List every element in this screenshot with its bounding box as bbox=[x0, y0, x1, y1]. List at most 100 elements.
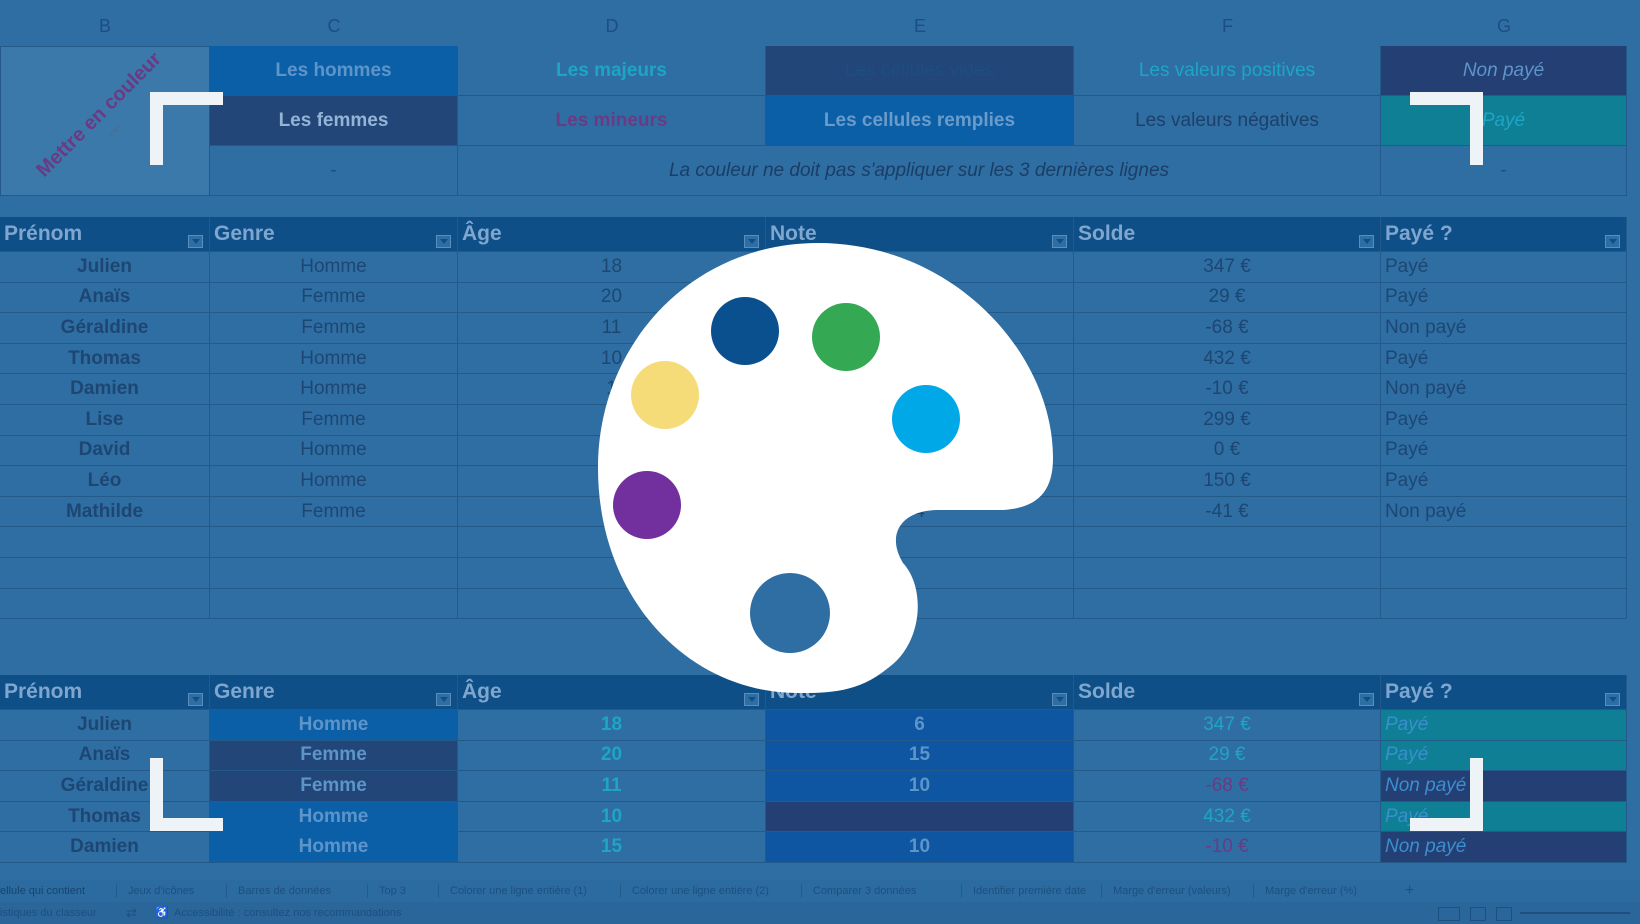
table1-cell-genre[interactable]: Femme bbox=[210, 313, 458, 344]
table1-cell-genre[interactable]: Femme bbox=[210, 496, 458, 528]
table2-cell-age[interactable]: 10 bbox=[458, 801, 766, 833]
legend-row1-2[interactable]: Les majeurs bbox=[458, 46, 766, 96]
column-letter-e[interactable]: E bbox=[766, 8, 1074, 44]
table2-cell-age[interactable]: 15 bbox=[458, 832, 766, 863]
sheet-tab-1[interactable]: ellule qui contient bbox=[0, 880, 86, 904]
table1-cell-paye[interactable] bbox=[1381, 588, 1627, 620]
filter-dropdown-icon[interactable] bbox=[436, 693, 451, 706]
legend-note[interactable]: La couleur ne doit pas s'appliquer sur l… bbox=[458, 146, 1381, 196]
table1-cell-prenom[interactable]: Thomas bbox=[0, 343, 210, 375]
table1-cell-paye[interactable] bbox=[1381, 527, 1627, 558]
table1-cell-paye[interactable]: Non payé bbox=[1381, 374, 1627, 405]
filter-dropdown-icon[interactable] bbox=[1359, 693, 1374, 706]
column-letter-b[interactable]: B bbox=[0, 8, 210, 44]
sheet-tab-10[interactable]: Marge d'erreur (%) bbox=[1265, 880, 1357, 902]
table2-cell-note[interactable] bbox=[766, 801, 1074, 833]
column-header-solde[interactable]: Solde bbox=[1074, 675, 1381, 710]
legend-row2-1[interactable]: Les femmes bbox=[210, 96, 458, 146]
column-header-solde[interactable]: Solde bbox=[1074, 217, 1381, 252]
table1-cell-prenom[interactable]: Mathilde bbox=[0, 496, 210, 528]
sheet-tab-5[interactable]: Colorer une ligne entière (1) bbox=[450, 880, 587, 902]
table1-cell-prenom[interactable]: David bbox=[0, 435, 210, 467]
sheet-tab-6[interactable]: Colorer une ligne entière (2) bbox=[632, 880, 769, 902]
table2-cell-paye[interactable]: Non payé bbox=[1381, 832, 1627, 863]
table1-cell-solde[interactable]: -68 € bbox=[1074, 313, 1381, 344]
table2-cell-age[interactable]: 18 bbox=[458, 710, 766, 741]
table1-cell-prenom[interactable]: Lise bbox=[0, 405, 210, 436]
table2-cell-paye[interactable]: Payé bbox=[1381, 710, 1627, 741]
table1-cell-genre[interactable]: Homme bbox=[210, 435, 458, 467]
sheet-tab-3[interactable]: Barres de données bbox=[238, 880, 331, 902]
column-letter-d[interactable]: D bbox=[458, 8, 766, 44]
table2-cell-prenom[interactable]: Damien bbox=[0, 832, 210, 863]
legend-row3-c[interactable]: - bbox=[210, 146, 458, 196]
table1-cell-paye[interactable]: Payé bbox=[1381, 343, 1627, 375]
table1-cell-solde[interactable]: 299 € bbox=[1074, 405, 1381, 436]
table2-cell-note[interactable]: 10 bbox=[766, 771, 1074, 802]
legend-row1-3[interactable]: Les cellules vides bbox=[766, 46, 1074, 96]
table2-cell-solde[interactable]: -10 € bbox=[1074, 832, 1381, 863]
column-header-prenom[interactable]: Prénom bbox=[0, 217, 210, 252]
legend-row1-1[interactable]: Les hommes bbox=[210, 46, 458, 96]
table1-cell-paye[interactable]: Payé bbox=[1381, 405, 1627, 436]
table1-cell-genre[interactable]: Homme bbox=[210, 252, 458, 283]
table1-cell-paye[interactable]: Payé bbox=[1381, 466, 1627, 497]
table2-cell-solde[interactable]: 432 € bbox=[1074, 801, 1381, 833]
table1-cell-solde[interactable]: -10 € bbox=[1074, 374, 1381, 405]
table1-cell-prenom[interactable] bbox=[0, 588, 210, 620]
table2-cell-genre[interactable]: Homme bbox=[210, 832, 458, 863]
table2-cell-solde[interactable]: 347 € bbox=[1074, 710, 1381, 741]
sheet-tab-4[interactable]: Top 3 bbox=[379, 880, 406, 902]
filter-dropdown-icon[interactable] bbox=[436, 235, 451, 248]
table2-cell-note[interactable]: 6 bbox=[766, 710, 1074, 741]
table1-cell-prenom[interactable]: Géraldine bbox=[0, 313, 210, 344]
filter-dropdown-icon[interactable] bbox=[1605, 235, 1620, 248]
column-letter-c[interactable]: C bbox=[210, 8, 458, 44]
legend-row2-3[interactable]: Les cellules remplies bbox=[766, 96, 1074, 146]
table1-cell-prenom[interactable] bbox=[0, 558, 210, 589]
accessibility-status[interactable]: Accessibilité : consultez nos recommanda… bbox=[174, 902, 401, 924]
table1-cell-genre[interactable] bbox=[210, 527, 458, 558]
sheet-tab-9[interactable]: Marge d'erreur (valeurs) bbox=[1113, 880, 1231, 902]
table2-cell-solde[interactable]: -68 € bbox=[1074, 771, 1381, 802]
filter-dropdown-icon[interactable] bbox=[188, 693, 203, 706]
table1-cell-prenom[interactable]: Léo bbox=[0, 466, 210, 497]
sheet-tab-8[interactable]: Identifier première date bbox=[973, 880, 1086, 902]
table2-cell-prenom[interactable]: Julien bbox=[0, 710, 210, 741]
table1-cell-solde[interactable]: 347 € bbox=[1074, 252, 1381, 283]
table1-cell-paye[interactable]: Payé bbox=[1381, 282, 1627, 314]
legend-row2-2[interactable]: Les mineurs bbox=[458, 96, 766, 146]
table2-cell-genre[interactable]: Homme bbox=[210, 710, 458, 741]
column-header-prenom[interactable]: Prénom bbox=[0, 675, 210, 710]
column-letter-g[interactable]: G bbox=[1381, 8, 1627, 44]
legend-row2-4[interactable]: Les valeurs négatives bbox=[1074, 96, 1381, 146]
table2-cell-age[interactable]: 20 bbox=[458, 740, 766, 772]
table1-cell-solde[interactable] bbox=[1074, 527, 1381, 558]
table2-cell-age[interactable]: 11 bbox=[458, 771, 766, 802]
table1-cell-prenom[interactable]: Julien bbox=[0, 252, 210, 283]
table1-cell-genre[interactable]: Femme bbox=[210, 282, 458, 314]
table1-cell-genre[interactable]: Femme bbox=[210, 405, 458, 436]
normal-view-icon[interactable] bbox=[1438, 907, 1460, 921]
table1-cell-prenom[interactable]: Anaïs bbox=[0, 282, 210, 314]
page-break-view-icon[interactable] bbox=[1496, 907, 1512, 921]
table1-cell-prenom[interactable]: Damien bbox=[0, 374, 210, 405]
table1-cell-genre[interactable]: Homme bbox=[210, 343, 458, 375]
legend-row1-5[interactable]: Non payé bbox=[1381, 46, 1627, 96]
table1-cell-paye[interactable]: Payé bbox=[1381, 252, 1627, 283]
table1-cell-genre[interactable] bbox=[210, 558, 458, 589]
table1-cell-solde[interactable] bbox=[1074, 588, 1381, 620]
table2-cell-note[interactable]: 15 bbox=[766, 740, 1074, 772]
table1-cell-paye[interactable] bbox=[1381, 558, 1627, 589]
table1-cell-solde[interactable] bbox=[1074, 558, 1381, 589]
table1-cell-paye[interactable]: Payé bbox=[1381, 435, 1627, 467]
sheet-tab-2[interactable]: Jeux d'icônes bbox=[128, 880, 194, 902]
column-header-genre[interactable]: Genre bbox=[210, 217, 458, 252]
table1-cell-solde[interactable]: 432 € bbox=[1074, 343, 1381, 375]
table1-cell-solde[interactable]: 29 € bbox=[1074, 282, 1381, 314]
table1-cell-paye[interactable]: Non payé bbox=[1381, 496, 1627, 528]
table1-cell-solde[interactable]: 150 € bbox=[1074, 466, 1381, 497]
sheet-tab-7[interactable]: Comparer 3 données bbox=[813, 880, 916, 902]
table2-cell-solde[interactable]: 29 € bbox=[1074, 740, 1381, 772]
table2-cell-note[interactable]: 10 bbox=[766, 832, 1074, 863]
